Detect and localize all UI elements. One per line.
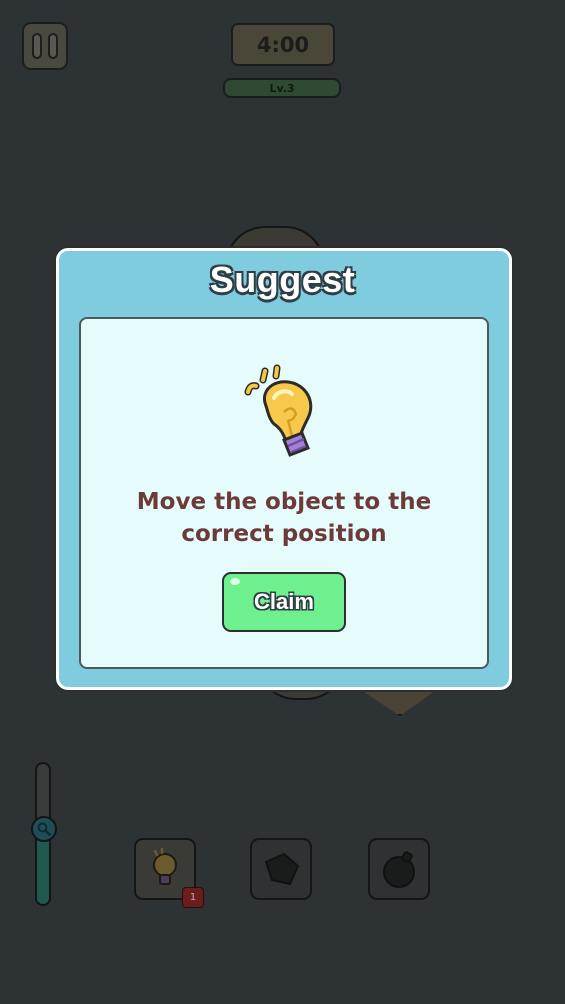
pause-icon	[32, 33, 42, 59]
modal-message-line-2: correct position	[181, 521, 387, 547]
zoom-slider-fill	[37, 841, 49, 904]
timer-text: 4:00	[256, 32, 310, 57]
level-progress-bar: Lv.3	[223, 78, 341, 98]
modal-message: Move the object to the correct position	[100, 486, 468, 550]
hint-tool-button[interactable]: 1	[134, 838, 204, 908]
locked-tool-button-shape[interactable]	[250, 838, 312, 900]
locked-tool-button-bomb[interactable]	[368, 838, 430, 900]
shape-silhouette-icon	[264, 852, 300, 886]
pause-button[interactable]	[22, 22, 68, 70]
claim-button[interactable]: Claim	[222, 572, 346, 632]
hint-count: 1	[189, 892, 197, 903]
hint-count-badge: 1	[182, 887, 204, 908]
bomb-silhouette-icon	[383, 851, 415, 888]
claim-button-label: Claim	[254, 589, 314, 614]
lightbulb-icon	[238, 362, 330, 466]
zoom-slider-handle[interactable]	[31, 816, 57, 842]
pause-icon-bar	[48, 33, 58, 59]
magnifier-icon	[37, 822, 51, 836]
modal-message-line-1: Move the object to the	[136, 489, 432, 515]
claim-button-shine	[230, 578, 240, 585]
lightbulb-icon	[153, 847, 177, 885]
level-label: Lv.3	[269, 81, 295, 95]
timer-display: 4:00	[231, 23, 335, 66]
modal-title: Suggest	[209, 259, 356, 300]
